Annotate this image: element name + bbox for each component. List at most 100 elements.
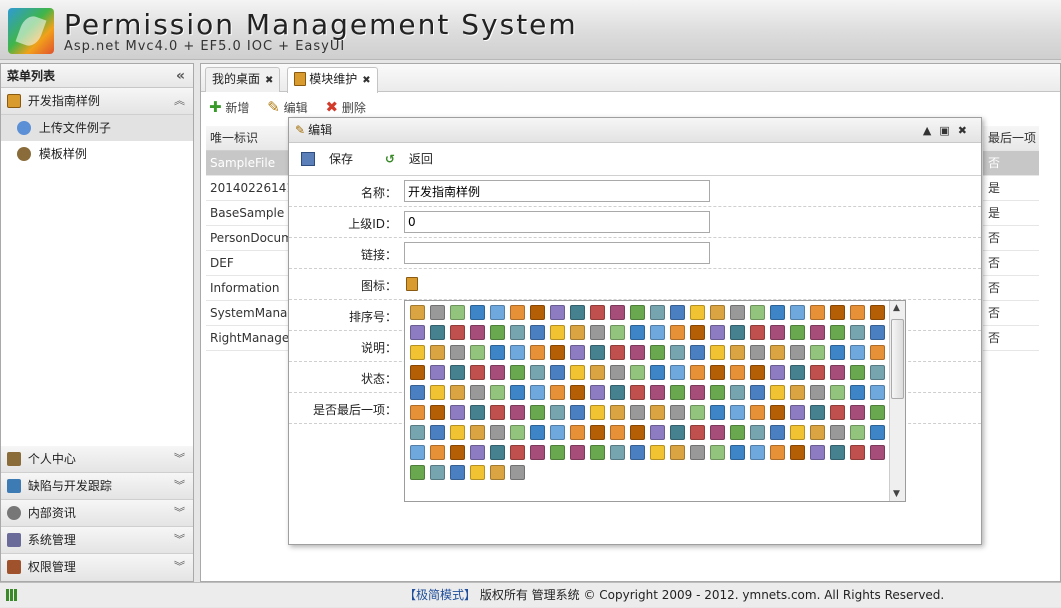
palette-icon[interactable] [470,445,485,460]
palette-icon[interactable] [790,305,805,320]
palette-icon[interactable] [410,445,425,460]
palette-icon[interactable] [690,385,705,400]
scrollbar[interactable]: ▲ ▼ [889,301,905,501]
palette-icon[interactable] [590,445,605,460]
palette-icon[interactable] [550,325,565,340]
palette-icon[interactable] [730,365,745,380]
palette-icon[interactable] [850,325,865,340]
palette-icon[interactable] [490,425,505,440]
palette-icon[interactable] [690,345,705,360]
chevron-up-icon[interactable]: ︽ [174,88,185,114]
palette-icon[interactable] [490,365,505,380]
palette-icon[interactable] [730,385,745,400]
palette-icon[interactable] [530,425,545,440]
palette-icon[interactable] [690,405,705,420]
table-cell[interactable]: 否 [983,276,1039,301]
palette-icon[interactable] [690,445,705,460]
palette-icon[interactable] [870,325,885,340]
palette-icon[interactable] [430,385,445,400]
chevron-down-icon[interactable]: ︾ [174,446,185,472]
palette-icon[interactable] [830,305,845,320]
palette-icon[interactable] [510,305,525,320]
palette-icon[interactable] [870,365,885,380]
palette-icon[interactable] [750,405,765,420]
palette-icon[interactable] [690,425,705,440]
palette-icon[interactable] [810,345,825,360]
palette-icon[interactable] [670,445,685,460]
table-cell[interactable]: 是 [983,176,1039,201]
scroll-up-icon[interactable]: ▲ [893,303,900,313]
palette-icon[interactable] [590,425,605,440]
palette-icon[interactable] [710,305,725,320]
palette-icon[interactable] [470,405,485,420]
palette-icon[interactable] [750,385,765,400]
palette-icon[interactable] [830,425,845,440]
palette-icon[interactable] [510,445,525,460]
palette-icon[interactable] [730,345,745,360]
scroll-thumb[interactable] [891,319,904,399]
palette-icon[interactable] [510,425,525,440]
palette-icon[interactable] [630,345,645,360]
palette-icon[interactable] [670,365,685,380]
tab-module-maintenance[interactable]: 模块维护 ✖ [287,67,378,93]
palette-icon[interactable] [810,385,825,400]
palette-icon[interactable] [770,385,785,400]
palette-icon[interactable] [770,325,785,340]
palette-icon[interactable] [450,305,465,320]
minimize-icon[interactable]: ▲ [923,124,939,137]
palette-icon[interactable] [410,465,425,480]
palette-icon[interactable] [510,345,525,360]
palette-icon[interactable] [830,445,845,460]
accordion-personal[interactable]: 个人中心 ︾ [1,446,193,473]
mode-link[interactable]: 【极简模式】 [404,588,476,602]
palette-icon[interactable] [710,345,725,360]
palette-icon[interactable] [770,365,785,380]
palette-icon[interactable] [470,385,485,400]
palette-icon[interactable] [450,345,465,360]
palette-icon[interactable] [670,425,685,440]
palette-icon[interactable] [550,385,565,400]
add-button[interactable]: ✚ 新增 [209,92,249,123]
palette-icon[interactable] [470,465,485,480]
palette-icon[interactable] [610,405,625,420]
palette-icon[interactable] [490,445,505,460]
palette-icon[interactable] [830,345,845,360]
palette-icon[interactable] [670,345,685,360]
palette-icon[interactable] [790,445,805,460]
palette-icon[interactable] [530,365,545,380]
palette-icon[interactable] [770,445,785,460]
palette-icon[interactable] [510,465,525,480]
palette-icon[interactable] [590,385,605,400]
palette-icon[interactable] [430,405,445,420]
grid-header-id[interactable]: 唯一标识 [206,126,290,151]
palette-icon[interactable] [730,405,745,420]
palette-icon[interactable] [770,405,785,420]
palette-icon[interactable] [430,365,445,380]
palette-icon[interactable] [870,305,885,320]
table-row[interactable]: PersonDocum [206,226,290,251]
palette-icon[interactable] [750,365,765,380]
palette-icon[interactable] [490,305,505,320]
palette-icon[interactable] [570,365,585,380]
dialog-titlebar[interactable]: ✎ 编辑 ▲▣✖ [289,118,981,143]
palette-icon[interactable] [870,445,885,460]
palette-icon[interactable] [530,405,545,420]
close-icon[interactable]: ✖ [958,124,975,137]
palette-icon[interactable] [410,405,425,420]
palette-icon[interactable] [410,345,425,360]
sidebar-item-upload[interactable]: 上传文件例子 [1,115,193,141]
palette-icon[interactable] [530,305,545,320]
table-row[interactable]: Information [206,276,290,301]
palette-icon[interactable] [490,405,505,420]
palette-icon[interactable] [470,305,485,320]
palette-icon[interactable] [790,385,805,400]
palette-icon[interactable] [770,345,785,360]
palette-icon[interactable] [610,425,625,440]
palette-icon[interactable] [650,325,665,340]
table-row[interactable]: SystemManag [206,301,290,326]
palette-icon[interactable] [430,345,445,360]
palette-icon[interactable] [630,365,645,380]
palette-icon[interactable] [590,365,605,380]
palette-icon[interactable] [630,305,645,320]
palette-icon[interactable] [790,345,805,360]
